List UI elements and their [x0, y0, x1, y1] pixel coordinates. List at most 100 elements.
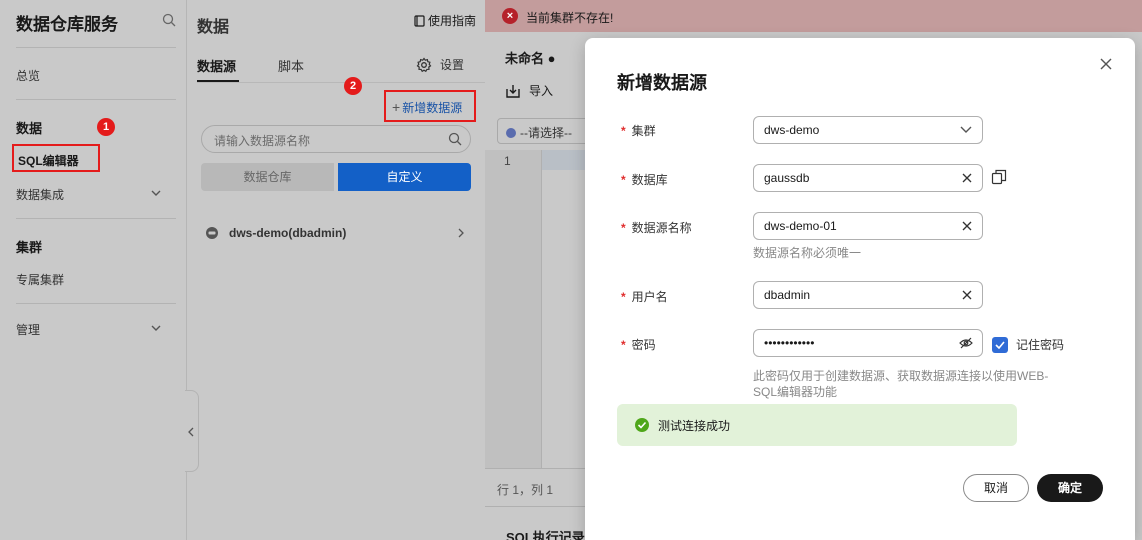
- chevron-right-icon: [458, 228, 464, 238]
- data-panel: 数据 使用指南 数据源 脚本 设置 2 + 新增数据源 请输入数据源名称 数据仓库…: [187, 0, 485, 540]
- datasource-name-value: dws-demo-01: [764, 219, 837, 233]
- datasource-selector[interactable]: --请选择--: [497, 118, 597, 144]
- success-check-icon: [635, 418, 649, 432]
- segment-custom[interactable]: 自定义: [338, 163, 471, 191]
- cluster-label-text: 集群: [631, 124, 656, 138]
- search-icon[interactable]: [448, 132, 462, 146]
- cursor-status: 行 1，列 1: [485, 468, 585, 506]
- step-badge-2: 2: [344, 77, 362, 95]
- line-number: 1: [504, 154, 511, 168]
- eye-hidden-icon[interactable]: [959, 337, 973, 349]
- nav-group-data: 数据: [16, 121, 43, 136]
- divider: [16, 99, 176, 100]
- check-icon: [995, 340, 1005, 349]
- segment-data-warehouse[interactable]: 数据仓库: [201, 163, 334, 191]
- cursor-position: 行 1，列 1: [497, 483, 554, 497]
- username-value: dbadmin: [764, 288, 811, 302]
- tab-script[interactable]: 脚本: [278, 56, 304, 75]
- nav-group-cluster: 集群: [16, 240, 43, 255]
- username-field[interactable]: dbadmin: [753, 281, 983, 309]
- panel-title: 数据: [197, 19, 230, 36]
- divider: [197, 82, 485, 83]
- sql-history-label: SQL执行记录: [506, 530, 585, 540]
- import-button[interactable]: 导入: [505, 82, 553, 99]
- import-label: 导入: [529, 84, 554, 98]
- copy-icon[interactable]: [991, 169, 1007, 185]
- error-message: 当前集群不存在!: [526, 11, 614, 25]
- chevron-down-icon: [960, 126, 972, 133]
- database-label: * 数据库: [621, 171, 668, 188]
- nav-item-management[interactable]: 管理: [16, 321, 40, 338]
- database-value: gaussdb: [764, 171, 810, 185]
- chevron-left-icon: [188, 427, 194, 437]
- import-icon: [506, 84, 520, 98]
- settings-label: 设置: [440, 58, 465, 72]
- divider: [16, 218, 176, 219]
- database-icon: [206, 227, 218, 239]
- divider: [16, 47, 176, 48]
- database-icon: [506, 128, 516, 138]
- selector-value: --请选择--: [520, 126, 572, 140]
- datasource-search-input[interactable]: 请输入数据源名称: [201, 125, 471, 153]
- book-icon: [414, 14, 425, 27]
- tab-datasource[interactable]: 数据源: [197, 56, 236, 75]
- success-message: 测试连接成功: [658, 419, 731, 433]
- datasource-name-field[interactable]: dws-demo-01: [753, 212, 983, 240]
- required-mark: *: [621, 221, 626, 235]
- clear-icon[interactable]: [962, 173, 972, 183]
- settings-button[interactable]: 设置: [416, 56, 464, 73]
- password-label: * 密码: [621, 336, 656, 353]
- username-label-text: 用户名: [631, 290, 668, 304]
- username-label: * 用户名: [621, 288, 668, 305]
- search-icon[interactable]: [162, 13, 176, 27]
- tab-sql-history[interactable]: SQL执行记录: [485, 506, 585, 540]
- nav-item-overview[interactable]: 总览: [16, 67, 40, 84]
- datasource-name-label: * 数据源名称: [621, 219, 692, 236]
- datasource-name-label-text: 数据源名称: [631, 221, 692, 235]
- remember-password-label: 记住密码: [1016, 338, 1065, 352]
- nav-item-data-integration[interactable]: 数据集成: [16, 186, 64, 203]
- checkbox-checked[interactable]: [992, 336, 1008, 353]
- search-placeholder: 请输入数据源名称: [214, 134, 311, 148]
- database-label-text: 数据库: [631, 173, 668, 187]
- user-guide-label: 使用指南: [428, 14, 477, 28]
- password-field[interactable]: ••••••••••••: [753, 329, 983, 357]
- add-datasource-button[interactable]: + 新增数据源: [384, 90, 476, 122]
- required-mark: *: [621, 173, 626, 187]
- error-banner: × 当前集群不存在!: [485, 0, 1142, 32]
- password-value: ••••••••••••: [764, 336, 815, 350]
- cluster-label: * 集群: [621, 122, 656, 139]
- nav-item-sql-editor[interactable]: SQL编辑器: [12, 144, 100, 172]
- remember-password-checkbox[interactable]: 记住密码: [992, 336, 1064, 353]
- add-datasource-label: 新增数据源: [402, 101, 463, 115]
- required-mark: *: [621, 290, 626, 304]
- divider: [16, 303, 176, 304]
- datasource-name: dws-demo(dbadmin): [229, 226, 347, 240]
- gear-icon: [416, 57, 432, 72]
- left-nav: 数据仓库服务 总览 数据 1 SQL编辑器 数据集成 集群 专属集群 管理: [0, 0, 187, 540]
- editor-tab-untitled[interactable]: 未命名 ●: [505, 48, 555, 67]
- datasource-item[interactable]: dws-demo(dbadmin): [205, 222, 467, 244]
- plus-icon: +: [392, 99, 401, 115]
- password-label-text: 密码: [631, 338, 656, 352]
- add-datasource-dialog: 新增数据源 * 集群 dws-demo * 数据库 gaussdb * 数据源名称 d…: [585, 38, 1135, 540]
- user-guide-link[interactable]: 使用指南: [414, 12, 476, 29]
- test-connection-success-banner: 测试连接成功: [617, 404, 1017, 446]
- line-gutter: [485, 150, 542, 468]
- required-mark: *: [621, 338, 626, 352]
- chevron-down-icon[interactable]: [150, 322, 162, 334]
- chevron-down-icon[interactable]: [150, 187, 162, 199]
- cluster-value: dws-demo: [764, 123, 820, 137]
- collapse-panel-handle[interactable]: [185, 390, 199, 472]
- clear-icon[interactable]: [962, 290, 972, 300]
- database-field[interactable]: gaussdb: [753, 164, 983, 192]
- clear-icon[interactable]: [962, 221, 972, 231]
- cancel-button[interactable]: 取消: [963, 474, 1029, 502]
- datasource-name-hint: 数据源名称必须唯一: [753, 246, 862, 260]
- error-icon: ×: [502, 8, 518, 24]
- confirm-button[interactable]: 确定: [1037, 474, 1103, 502]
- service-title: 数据仓库服务: [16, 15, 118, 34]
- cluster-select[interactable]: dws-demo: [753, 116, 983, 144]
- nav-item-dedicated-cluster[interactable]: 专属集群: [16, 271, 64, 288]
- close-icon[interactable]: [1099, 57, 1113, 71]
